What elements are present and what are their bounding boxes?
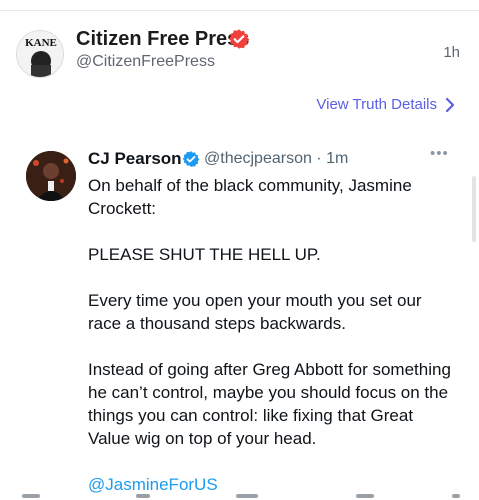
embedded-author-name[interactable]: CJ Pearson <box>88 149 182 169</box>
view-truth-details-link[interactable]: View Truth Details <box>316 96 455 113</box>
author-name[interactable]: Citizen Free Press <box>76 28 249 51</box>
author-handle[interactable]: @CitizenFreePress <box>76 53 215 71</box>
post-header: KANE Citizen Free Press @CitizenFreePres… <box>0 24 479 80</box>
verified-badge-icon <box>228 29 250 49</box>
action-bar <box>0 494 479 500</box>
post-paragraph: PLEASE SHUT THE HELL UP. <box>88 245 321 264</box>
top-divider <box>0 10 479 11</box>
like-icon[interactable] <box>236 494 258 498</box>
embedded-post-text: On behalf of the black community, Jasmin… <box>88 174 458 496</box>
post-paragraph: On behalf of the black community, Jasmin… <box>88 176 417 218</box>
more-dots-icon[interactable]: ••• <box>430 145 449 162</box>
reply-icon[interactable] <box>22 494 40 498</box>
timestamp: 1h <box>443 44 460 61</box>
chevron-right-icon <box>445 97 455 112</box>
embedded-handle-time[interactable]: @thecjpearson · 1m <box>204 150 348 168</box>
avatar-image: KANE <box>17 31 63 77</box>
share-icon[interactable] <box>356 494 374 498</box>
verified-badge-icon <box>182 151 200 167</box>
mention-link[interactable]: @JasmineForUS <box>88 473 458 496</box>
embedded-avatar-image <box>26 151 76 201</box>
scrollbar[interactable] <box>472 176 476 242</box>
embedded-avatar[interactable] <box>26 151 76 201</box>
avatar-text: KANE <box>25 37 57 49</box>
post-paragraph: Every time you open your mouth you set o… <box>88 291 427 333</box>
more-icon[interactable] <box>452 494 460 498</box>
repost-icon[interactable] <box>136 494 150 498</box>
avatar[interactable]: KANE <box>16 30 64 78</box>
view-truth-details-label: View Truth Details <box>316 96 437 113</box>
post-paragraph: Instead of going after Greg Abbott for s… <box>88 360 456 448</box>
